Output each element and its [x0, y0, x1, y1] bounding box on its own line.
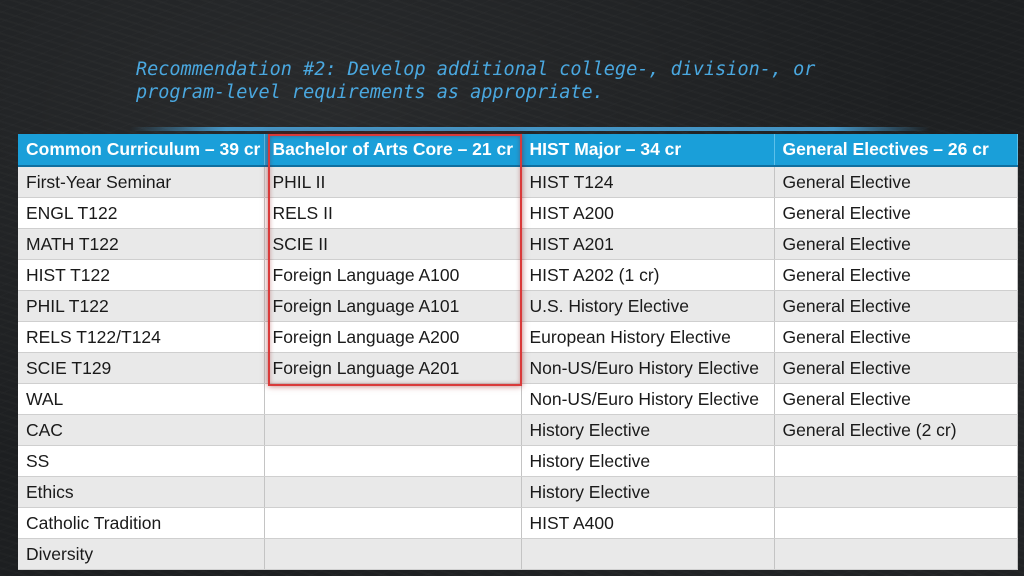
cell-general-elective: General Elective — [774, 259, 1018, 291]
table-row: WAL Non-US/Euro History Elective General… — [18, 383, 1018, 415]
cell-ba-core — [264, 538, 522, 570]
table-header-row: Common Curriculum – 39 cr Bachelor of Ar… — [18, 134, 1018, 167]
cell-hist-major: History Elective — [521, 414, 775, 446]
cell-ba-core: Foreign Language A101 — [264, 290, 522, 322]
cell-general-elective: General Elective (2 cr) — [774, 414, 1018, 446]
cell-general-elective: General Elective — [774, 321, 1018, 353]
cell-ba-core: PHIL II — [264, 166, 522, 198]
cell-general-elective: General Elective — [774, 197, 1018, 229]
cell-ba-core — [264, 414, 522, 446]
cell-common-curriculum: SS — [18, 445, 265, 477]
cell-general-elective — [774, 507, 1018, 539]
header-hist-major: HIST Major – 34 cr — [521, 134, 775, 167]
table-row: SCIE T129 Foreign Language A201 Non-US/E… — [18, 352, 1018, 384]
cell-common-curriculum: PHIL T122 — [18, 290, 265, 322]
cell-hist-major: HIST A201 — [521, 228, 775, 260]
cell-general-elective: General Elective — [774, 166, 1018, 198]
cell-hist-major: History Elective — [521, 445, 775, 477]
cell-general-elective — [774, 538, 1018, 570]
cell-common-curriculum: Catholic Tradition — [18, 507, 265, 539]
cell-common-curriculum: Diversity — [18, 538, 265, 570]
cell-common-curriculum: CAC — [18, 414, 265, 446]
cell-hist-major: HIST A202 (1 cr) — [521, 259, 775, 291]
cell-ba-core: Foreign Language A201 — [264, 352, 522, 384]
cell-general-elective: General Elective — [774, 228, 1018, 260]
cell-hist-major: European History Elective — [521, 321, 775, 353]
header-general-electives: General Electives – 26 cr — [774, 134, 1018, 167]
cell-ba-core: SCIE II — [264, 228, 522, 260]
table-row: Diversity — [18, 538, 1018, 570]
cell-hist-major — [521, 538, 775, 570]
cell-hist-major: Non-US/Euro History Elective — [521, 352, 775, 384]
cell-ba-core: Foreign Language A200 — [264, 321, 522, 353]
cell-general-elective: General Elective — [774, 352, 1018, 384]
cell-general-elective: General Elective — [774, 290, 1018, 322]
table-row: PHIL T122 Foreign Language A101 U.S. His… — [18, 290, 1018, 322]
cell-hist-major: Non-US/Euro History Elective — [521, 383, 775, 415]
table-row: CAC History Elective General Elective (2… — [18, 414, 1018, 446]
cell-hist-major: HIST A200 — [521, 197, 775, 229]
cell-hist-major: History Elective — [521, 476, 775, 508]
table-row: RELS T122/T124 Foreign Language A200 Eur… — [18, 321, 1018, 353]
header-common-curriculum: Common Curriculum – 39 cr — [18, 134, 265, 167]
slide-title-line-2: program-level requirements as appropriat… — [136, 82, 604, 103]
cell-common-curriculum: Ethics — [18, 476, 265, 508]
cell-ba-core — [264, 507, 522, 539]
cell-general-elective: General Elective — [774, 383, 1018, 415]
cell-common-curriculum: MATH T122 — [18, 228, 265, 260]
cell-ba-core — [264, 383, 522, 415]
table-row: SS History Elective — [18, 445, 1018, 477]
degree-plan-table: Common Curriculum – 39 cr Bachelor of Ar… — [18, 134, 1018, 570]
cell-general-elective — [774, 476, 1018, 508]
cell-ba-core — [264, 476, 522, 508]
cell-common-curriculum: RELS T122/T124 — [18, 321, 265, 353]
cell-common-curriculum: First-Year Seminar — [18, 166, 265, 198]
cell-common-curriculum: ENGL T122 — [18, 197, 265, 229]
cell-hist-major: U.S. History Elective — [521, 290, 775, 322]
cell-general-elective — [774, 445, 1018, 477]
table-row: Catholic Tradition HIST A400 — [18, 507, 1018, 539]
cell-hist-major: HIST A400 — [521, 507, 775, 539]
slide-title: Recommendation #2: Develop additional co… — [136, 58, 936, 104]
cell-common-curriculum: HIST T122 — [18, 259, 265, 291]
table-row: First-Year Seminar PHIL II HIST T124 Gen… — [18, 166, 1018, 198]
table-row: HIST T122 Foreign Language A100 HIST A20… — [18, 259, 1018, 291]
table-row: ENGL T122 RELS II HIST A200 General Elec… — [18, 197, 1018, 229]
cell-ba-core: RELS II — [264, 197, 522, 229]
header-bachelor-of-arts-core: Bachelor of Arts Core – 21 cr — [264, 134, 522, 167]
cell-hist-major: HIST T124 — [521, 166, 775, 198]
slide-title-line-1: Recommendation #2: Develop additional co… — [136, 59, 816, 80]
cell-ba-core: Foreign Language A100 — [264, 259, 522, 291]
cell-common-curriculum: SCIE T129 — [18, 352, 265, 384]
table-row: MATH T122 SCIE II HIST A201 General Elec… — [18, 228, 1018, 260]
cell-common-curriculum: WAL — [18, 383, 265, 415]
title-underline-rule — [130, 127, 930, 131]
table-row: Ethics History Elective — [18, 476, 1018, 508]
cell-ba-core — [264, 445, 522, 477]
